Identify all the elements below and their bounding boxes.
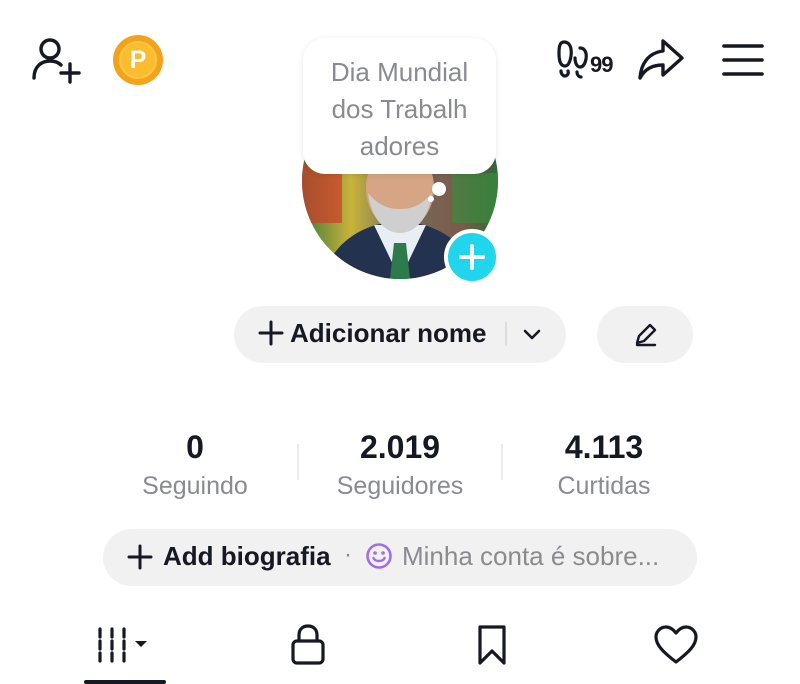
add-name-label: Adicionar nome — [290, 318, 487, 348]
add-friend-button[interactable] — [30, 36, 84, 84]
followers-count: 2.019 — [359, 429, 441, 465]
bio-placeholder: Minha conta é sobre... — [402, 541, 660, 571]
pencil-icon — [635, 323, 657, 346]
points-badge-label: P — [119, 41, 157, 79]
note-bubble-tail-small — [428, 196, 434, 202]
stat-divider — [501, 444, 503, 480]
note-text: Dia Mundial dos Trabalh adores — [330, 57, 469, 161]
bookmark-icon — [478, 625, 506, 665]
videos-grid-icon — [98, 627, 147, 663]
profile-views-count: 99 — [590, 52, 614, 77]
heart-icon — [654, 625, 698, 664]
following-count: 0 — [186, 429, 204, 465]
add-bio-label: Add biografia — [163, 541, 331, 571]
tab-videos[interactable] — [80, 618, 170, 672]
plus-icon — [459, 244, 485, 270]
hamburger-menu-icon — [722, 44, 764, 76]
note-bubble-tail — [432, 182, 446, 196]
likes-stat[interactable]: 4.113 Curtidas — [514, 425, 694, 503]
account-switch-chevron[interactable] — [521, 323, 543, 345]
chevron-down-icon — [523, 329, 541, 340]
profile-views-button[interactable]: 99 — [556, 38, 624, 82]
lock-icon — [291, 624, 325, 665]
plus-icon — [258, 320, 284, 346]
followers-stat[interactable]: 2.019 Seguidores — [310, 425, 490, 503]
following-stat[interactable]: 0 Seguindo — [105, 425, 285, 503]
active-tab-indicator — [84, 680, 166, 684]
share-profile-button[interactable] — [636, 36, 686, 84]
followers-label: Seguidores — [336, 472, 464, 500]
note-bubble[interactable]: Dia Mundial dos Trabalh adores — [303, 38, 496, 174]
edit-profile-button[interactable] — [597, 306, 693, 363]
person-add-icon — [32, 38, 81, 84]
likes-label: Curtidas — [557, 472, 651, 500]
smile-icon — [365, 542, 393, 570]
stat-divider — [297, 444, 299, 480]
following-label: Seguindo — [142, 472, 248, 500]
footprint-icon — [557, 40, 588, 79]
likes-count: 4.113 — [564, 429, 644, 465]
tab-liked[interactable] — [648, 618, 704, 672]
menu-button[interactable] — [721, 40, 765, 80]
plus-icon — [127, 544, 153, 570]
share-arrow-icon — [638, 39, 684, 80]
points-badge-button[interactable]: P — [113, 35, 163, 85]
bio-separator: · — [344, 541, 352, 568]
divider — [505, 322, 507, 346]
tab-saved[interactable] — [464, 618, 520, 672]
tab-private[interactable] — [280, 618, 336, 672]
avatar-add-button[interactable] — [444, 229, 500, 285]
